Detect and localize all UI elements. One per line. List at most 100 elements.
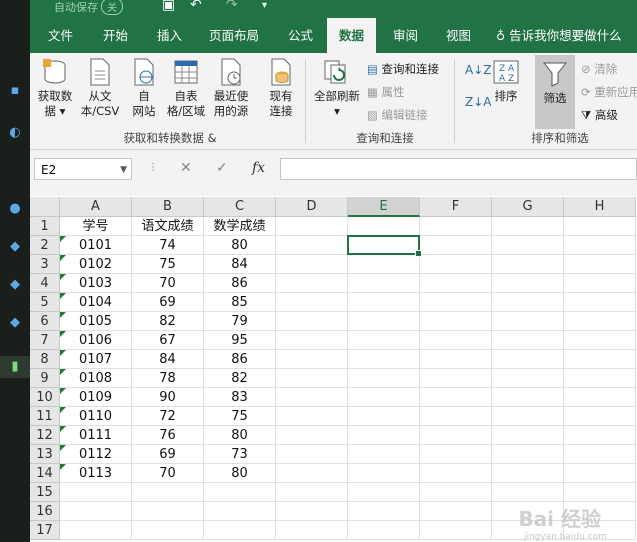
filter-button[interactable]: 筛选	[535, 55, 575, 129]
cell-a3[interactable]: 0102	[60, 255, 132, 274]
cell-a7[interactable]: 0106	[60, 331, 132, 350]
cell-g10[interactable]	[492, 388, 564, 407]
cell-g1[interactable]	[492, 217, 564, 236]
cell-a8[interactable]: 0107	[60, 350, 132, 369]
cell-a6[interactable]: 0105	[60, 312, 132, 331]
cell-g14[interactable]	[492, 464, 564, 483]
cell-f13[interactable]	[420, 445, 492, 464]
cell-d14[interactable]	[276, 464, 348, 483]
cell-h5[interactable]	[564, 293, 636, 312]
cell-a1[interactable]: 学号	[60, 217, 132, 236]
tab-view[interactable]: 视图	[446, 18, 471, 53]
cell-e11[interactable]	[348, 407, 420, 426]
cell-h1[interactable]	[564, 217, 636, 236]
taskbar-app-icon[interactable]: ▪	[0, 80, 30, 102]
from-table-range-button[interactable]: 自表 格/区域	[166, 57, 206, 119]
cell-d6[interactable]	[276, 312, 348, 331]
taskbar-app-icon[interactable]: ●	[0, 198, 30, 220]
from-text-csv-button[interactable]: 从文 本/CSV	[77, 57, 123, 119]
cell-a9[interactable]: 0108	[60, 369, 132, 388]
cell-e15[interactable]	[348, 483, 420, 502]
cell-b3[interactable]: 75	[132, 255, 204, 274]
cell-g15[interactable]	[492, 483, 564, 502]
row-header-3[interactable]: 3	[30, 255, 60, 274]
cell-f3[interactable]	[420, 255, 492, 274]
from-web-button[interactable]: 自网站	[127, 57, 161, 119]
cell-b8[interactable]: 84	[132, 350, 204, 369]
cell-b9[interactable]: 78	[132, 369, 204, 388]
column-header-h[interactable]: H	[564, 197, 636, 217]
select-all-corner[interactable]	[30, 197, 60, 217]
cell-e9[interactable]	[348, 369, 420, 388]
taskbar-excel-icon[interactable]: ▮	[0, 356, 30, 378]
taskbar-app-icon[interactable]: ◆	[0, 312, 30, 334]
cell-c17[interactable]	[204, 521, 276, 540]
formula-input[interactable]	[280, 158, 637, 180]
cell-b11[interactable]: 72	[132, 407, 204, 426]
cell-c2[interactable]: 80	[204, 236, 276, 255]
cell-b17[interactable]	[132, 521, 204, 540]
customize-qat-icon[interactable]: ▾	[262, 0, 267, 11]
redo-icon[interactable]: ↷	[226, 0, 238, 13]
tab-insert[interactable]: 插入	[157, 18, 182, 53]
name-box[interactable]: E2 ▼	[34, 158, 132, 180]
clear-filter-button[interactable]: ⊘ 清除	[581, 61, 617, 77]
cell-e4[interactable]	[348, 274, 420, 293]
cell-b5[interactable]: 69	[132, 293, 204, 312]
row-header-6[interactable]: 6	[30, 312, 60, 331]
row-header-1[interactable]: 1	[30, 217, 60, 236]
cell-a16[interactable]	[60, 502, 132, 521]
cell-f6[interactable]	[420, 312, 492, 331]
cell-a4[interactable]: 0103	[60, 274, 132, 293]
cell-b7[interactable]: 67	[132, 331, 204, 350]
row-header-17[interactable]: 17	[30, 521, 60, 540]
cell-b1[interactable]: 语文成绩	[132, 217, 204, 236]
cell-b12[interactable]: 76	[132, 426, 204, 445]
edit-links-button[interactable]: ▧ 编辑链接	[367, 107, 428, 123]
cell-h7[interactable]	[564, 331, 636, 350]
cell-h2[interactable]	[564, 236, 636, 255]
save-icon[interactable]: ▣	[162, 0, 175, 13]
cell-h6[interactable]	[564, 312, 636, 331]
row-header-8[interactable]: 8	[30, 350, 60, 369]
cell-e6[interactable]	[348, 312, 420, 331]
taskbar-app-icon[interactable]: ◆	[0, 274, 30, 296]
cell-d2[interactable]	[276, 236, 348, 255]
cell-d5[interactable]	[276, 293, 348, 312]
cell-e3[interactable]	[348, 255, 420, 274]
row-header-4[interactable]: 4	[30, 274, 60, 293]
cell-c10[interactable]: 83	[204, 388, 276, 407]
tab-data[interactable]: 数据	[327, 18, 377, 53]
insert-function-icon[interactable]: fx	[252, 160, 265, 176]
cell-g2[interactable]	[492, 236, 564, 255]
cell-g9[interactable]	[492, 369, 564, 388]
cell-g3[interactable]	[492, 255, 564, 274]
cell-a14[interactable]: 0113	[60, 464, 132, 483]
cell-c3[interactable]: 84	[204, 255, 276, 274]
row-header-16[interactable]: 16	[30, 502, 60, 521]
undo-icon[interactable]: ↶	[190, 0, 202, 13]
cell-h9[interactable]	[564, 369, 636, 388]
cell-d17[interactable]	[276, 521, 348, 540]
cell-a2[interactable]: 0101	[60, 236, 132, 255]
cell-c8[interactable]: 86	[204, 350, 276, 369]
get-data-button[interactable]: 获取数据 ▾	[34, 57, 76, 119]
cell-c16[interactable]	[204, 502, 276, 521]
autosave-toggle[interactable]: 自动保存关	[54, 0, 123, 15]
cell-f11[interactable]	[420, 407, 492, 426]
row-header-10[interactable]: 10	[30, 388, 60, 407]
row-header-12[interactable]: 12	[30, 426, 60, 445]
cell-d12[interactable]	[276, 426, 348, 445]
existing-connections-button[interactable]: 现有 连接	[265, 57, 297, 119]
chevron-down-icon[interactable]: ▼	[120, 159, 127, 181]
tab-page-layout[interactable]: 页面布局	[209, 18, 259, 53]
column-header-f[interactable]: F	[420, 197, 492, 217]
cell-b4[interactable]: 70	[132, 274, 204, 293]
cell-d3[interactable]	[276, 255, 348, 274]
cell-b14[interactable]: 70	[132, 464, 204, 483]
cell-b16[interactable]	[132, 502, 204, 521]
cell-e14[interactable]	[348, 464, 420, 483]
cell-c5[interactable]: 85	[204, 293, 276, 312]
cell-e17[interactable]	[348, 521, 420, 540]
row-header-14[interactable]: 14	[30, 464, 60, 483]
